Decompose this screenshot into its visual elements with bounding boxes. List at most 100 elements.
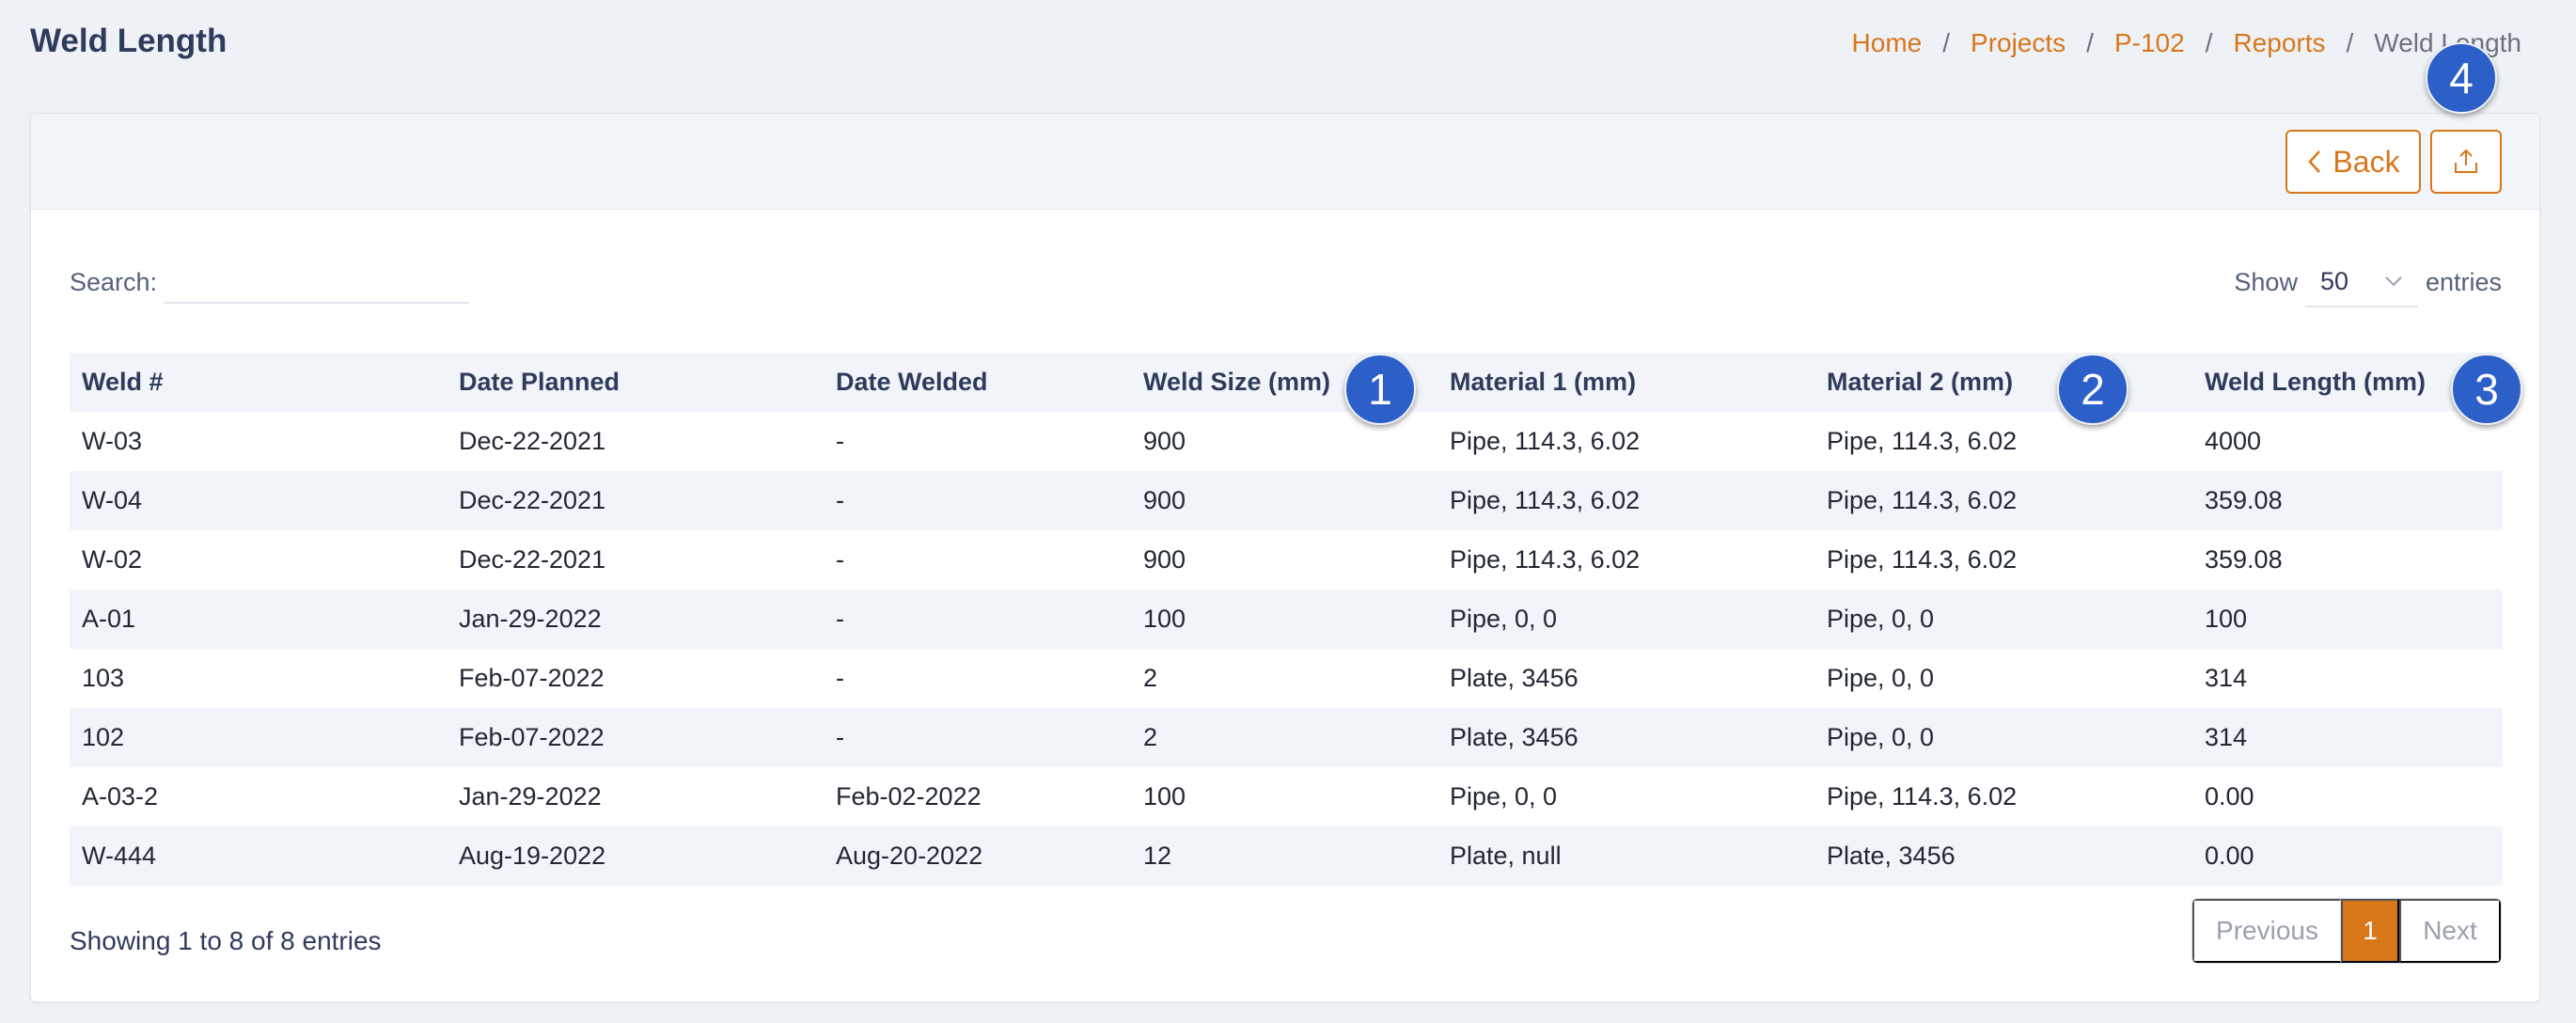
table-row: 102 Feb-07-2022-2 Plate, 3456 Pipe, 0, 0 314	[70, 708, 2503, 767]
table-cell: -	[836, 427, 844, 455]
table-row: A-03-2 Jan-29-2022 Feb-02-2022 100 Pipe, 0, …	[70, 767, 2503, 826]
table-cell: -	[824, 708, 1131, 767]
table-cell: -	[836, 545, 844, 574]
table-cell: Plate, 3456	[1450, 664, 1579, 692]
breadcrumb-home[interactable]: Home	[1852, 28, 1923, 58]
breadcrumb-separator: /	[2086, 28, 2094, 57]
table-row: 103 Feb-07-2022 - 2 Plate, 3456 Pipe, 0, 0 314	[70, 649, 2503, 708]
table-cell: Pipe, 114.3, 6.02	[1437, 471, 1814, 530]
table-row: A-01 Jan-29-2022-100 Pipe, 0, 0 Pipe, 0, 01…	[70, 590, 2503, 649]
search-label: Search:	[70, 268, 158, 296]
table-cell: Pipe, 114.3, 6.02	[1827, 782, 2018, 811]
table-cell: 0.00	[2205, 782, 2254, 811]
table-cell: Dec-22-2021	[447, 471, 824, 530]
table-cell: 359.08	[2192, 471, 2503, 530]
annotation-badge-3: 3	[2451, 354, 2522, 425]
breadcrumb-separator: /	[1942, 28, 1951, 57]
entries-length-control: Show 50 entries	[2234, 257, 2502, 307]
table-cell: 900	[1131, 471, 1437, 530]
table-cell: 103	[82, 664, 125, 692]
table-cell: Pipe, 0, 0	[1450, 782, 1558, 811]
table-cell: 2	[1143, 664, 1158, 692]
column-header-date-welded[interactable]: Date Welded	[824, 353, 1131, 412]
table-header-row: Weld # Date Planned Date Welded Weld Siz…	[70, 353, 2503, 412]
table-cell: Dec-22-2021	[459, 545, 606, 574]
breadcrumb-separator: /	[2346, 28, 2354, 57]
table-cell: Jan-29-2022	[459, 782, 602, 811]
table-cell: -	[824, 471, 1131, 530]
table-cell: Aug-20-2022	[824, 826, 1131, 886]
table-cell: 102	[70, 708, 447, 767]
table-cell: 0.00	[2192, 826, 2503, 886]
table-cell: 100	[2192, 590, 2503, 649]
table-cell: Pipe, 0, 0	[1814, 590, 2192, 649]
table-cell: Pipe, 114.3, 6.02	[1827, 427, 2018, 455]
table-cell: Aug-19-2022	[447, 826, 824, 886]
table-row: W-02 Dec-22-2021 - 900 Pipe, 114.3, 6.02 Pipe…	[70, 530, 2503, 590]
table-cell: Pipe, 114.3, 6.02	[1450, 427, 1641, 455]
breadcrumb: Home / Projects / P-102 / Reports / Weld…	[1852, 28, 2521, 58]
table-cell: Dec-22-2021	[459, 427, 606, 455]
show-label: Show	[2234, 267, 2298, 296]
breadcrumb-projects[interactable]: Projects	[1971, 28, 2066, 58]
table-info: Showing 1 to 8 of 8 entries	[70, 926, 382, 955]
table-cell: 100	[1131, 590, 1437, 649]
table-cell: 314	[2205, 664, 2248, 692]
table-cell: 314	[2192, 708, 2503, 767]
search-input[interactable]	[165, 257, 469, 304]
entries-label: entries	[2425, 267, 2502, 296]
table-cell: 100	[1143, 782, 1186, 811]
table-row: W-03 Dec-22-2021-900 Pipe, 114.3, 6.02 Pipe…	[70, 412, 2503, 471]
annotation-badge-2: 2	[2057, 354, 2128, 425]
table-cell: W-02	[82, 545, 143, 574]
table-cell: A-03-2	[82, 782, 159, 811]
pagination-previous-button[interactable]: Previous	[2192, 899, 2341, 963]
pagination-next-button[interactable]: Next	[2399, 899, 2501, 963]
column-header-weld-number[interactable]: Weld #	[70, 353, 447, 412]
table-row: W-04 Dec-22-2021-900 Pipe, 114.3, 6.02 Pipe…	[70, 471, 2503, 530]
table-cell: Pipe, 114.3, 6.02	[1827, 545, 2018, 574]
weld-length-table: Weld # Date Planned Date Welded Weld Siz…	[70, 353, 2503, 886]
table-cell: Feb-07-2022	[447, 708, 824, 767]
column-header-date-planned[interactable]: Date Planned	[447, 353, 824, 412]
card-header: Back	[31, 114, 2539, 210]
table-cell: 359.08	[2205, 545, 2283, 574]
table-row: W-444 Aug-19-2022 Aug-20-2022 12 Plate, null…	[70, 826, 2503, 886]
column-header-material-1[interactable]: Material 1 (mm)	[1437, 353, 1814, 412]
table-cell: Feb-02-2022	[836, 782, 982, 811]
table-cell: 4000	[2205, 427, 2262, 455]
table-cell: Pipe, 0, 0	[1814, 708, 2192, 767]
chevron-down-icon	[2385, 276, 2402, 287]
table-cell: Pipe, 0, 0	[1437, 590, 1814, 649]
table-cell: Plate, null	[1437, 826, 1814, 886]
report-card: Back Search: Show 50 entries Weld # Date…	[30, 113, 2540, 1002]
entries-select[interactable]: 50	[2304, 257, 2418, 307]
table-cell: Pipe, 114.3, 6.02	[1814, 471, 2192, 530]
table-cell: Jan-29-2022	[447, 590, 824, 649]
table-cell: 900	[1143, 545, 1186, 574]
pagination-page-current[interactable]: 1	[2341, 899, 2399, 963]
upload-icon	[2455, 149, 2477, 173]
table-body: W-03 Dec-22-2021-900 Pipe, 114.3, 6.02 Pipe…	[70, 412, 2503, 886]
page-title: Weld Length	[30, 23, 228, 59]
annotation-badge-4: 4	[2426, 42, 2497, 114]
table-cell: W-04	[70, 471, 447, 530]
table-cell: W-03	[82, 427, 143, 455]
breadcrumb-reports[interactable]: Reports	[2233, 28, 2325, 58]
back-button[interactable]: Back	[2285, 130, 2421, 194]
table-cell: Feb-07-2022	[459, 664, 605, 692]
table-cell: Plate, 3456	[1437, 708, 1814, 767]
table-cell: Pipe, 114.3, 6.02	[1450, 545, 1641, 574]
annotation-badge-1: 1	[1344, 354, 1416, 425]
chevron-left-icon	[2308, 150, 2321, 173]
column-header-material-2[interactable]: Material 2 (mm)	[1814, 353, 2192, 412]
table-cell: A-01	[70, 590, 447, 649]
table-cell: W-444	[70, 826, 447, 886]
export-button[interactable]	[2430, 130, 2502, 194]
table-cell: 2	[1131, 708, 1437, 767]
back-button-label: Back	[2333, 144, 2400, 179]
entries-select-value: 50	[2319, 266, 2348, 295]
pagination: Previous 1 Next	[2191, 898, 2502, 964]
table-cell: 12	[1131, 826, 1437, 886]
breadcrumb-project[interactable]: P-102	[2114, 28, 2185, 58]
